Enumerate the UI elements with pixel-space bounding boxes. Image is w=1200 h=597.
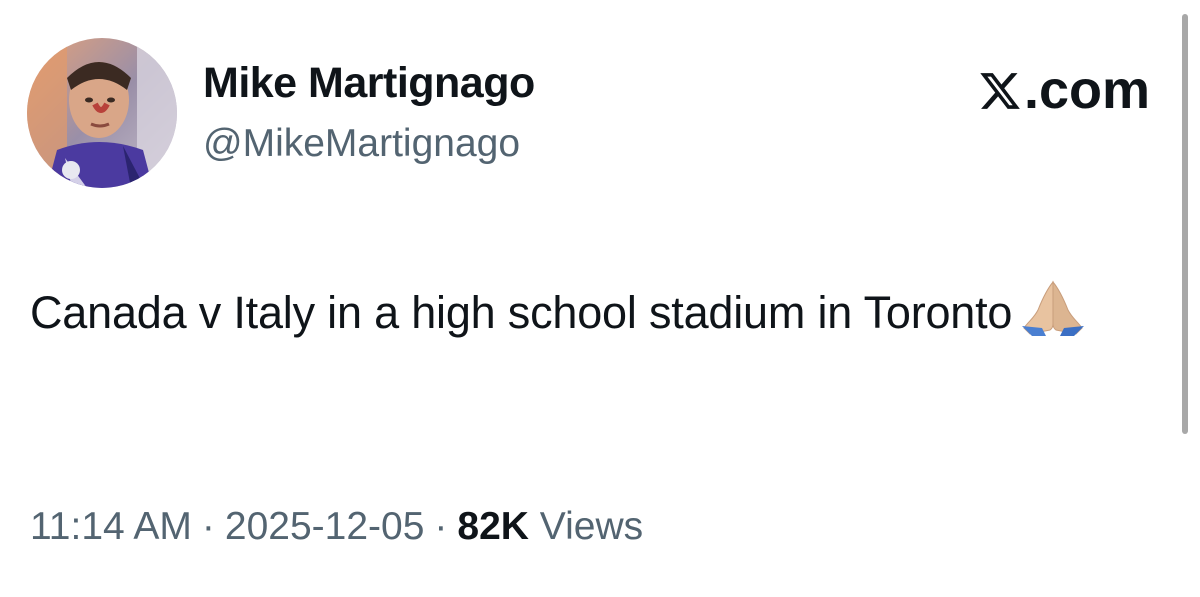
author-display-name[interactable]: Mike Martignago [203, 58, 535, 108]
meta-separator: · [201, 505, 215, 548]
avatar-image [27, 38, 177, 188]
views-count[interactable]: 82K [457, 505, 529, 548]
tweet-card: Mike Martignago @MikeMartignago .com Can… [0, 0, 1200, 597]
folded-hands-emoji [1022, 280, 1085, 336]
author-handle[interactable]: @MikeMartignago [203, 121, 520, 167]
tweet-text: Canada v Italy in a high school stadium … [30, 278, 1150, 348]
scrollbar[interactable] [1182, 14, 1188, 434]
tweet-meta: 11:14 AM · 2025-12-05 · 82K Views [30, 502, 643, 552]
tweet-time[interactable]: 11:14 AM [30, 505, 192, 548]
brand-suffix: .com [1023, 60, 1150, 120]
views-label: Views [539, 505, 644, 548]
x-logo-icon [980, 73, 1020, 109]
brand-logo: .com [978, 60, 1150, 120]
meta-separator: · [434, 505, 448, 548]
avatar[interactable] [27, 38, 177, 188]
tweet-body: Canada v Italy in a high school stadium … [30, 287, 1013, 338]
tweet-date[interactable]: 2025-12-05 [225, 505, 425, 548]
